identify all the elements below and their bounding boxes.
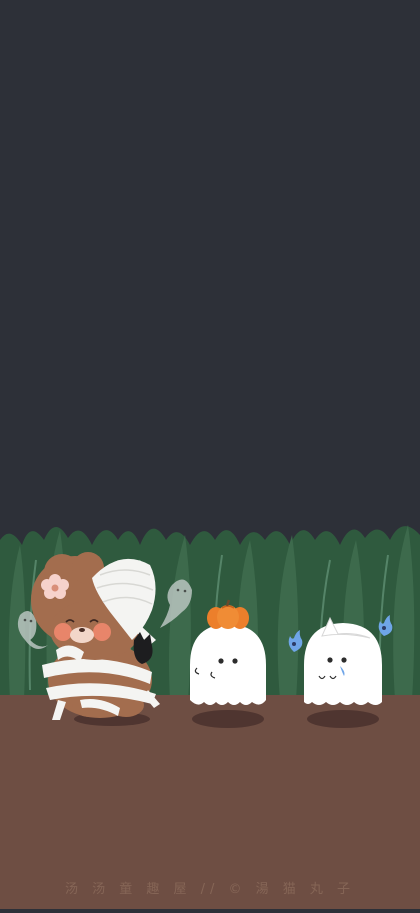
halloween-wallpaper: 汤 汤 童 趣 屋 // © 湯 猫 丸 子 <box>0 0 420 909</box>
watermark-text: 汤 汤 童 趣 屋 // © 湯 猫 丸 子 <box>64 882 356 897</box>
crying-ghost-shadow <box>307 710 379 728</box>
bear-mummy <box>31 552 160 720</box>
scene-illustration <box>0 0 420 909</box>
pumpkin-ghost-shadow <box>192 710 264 728</box>
